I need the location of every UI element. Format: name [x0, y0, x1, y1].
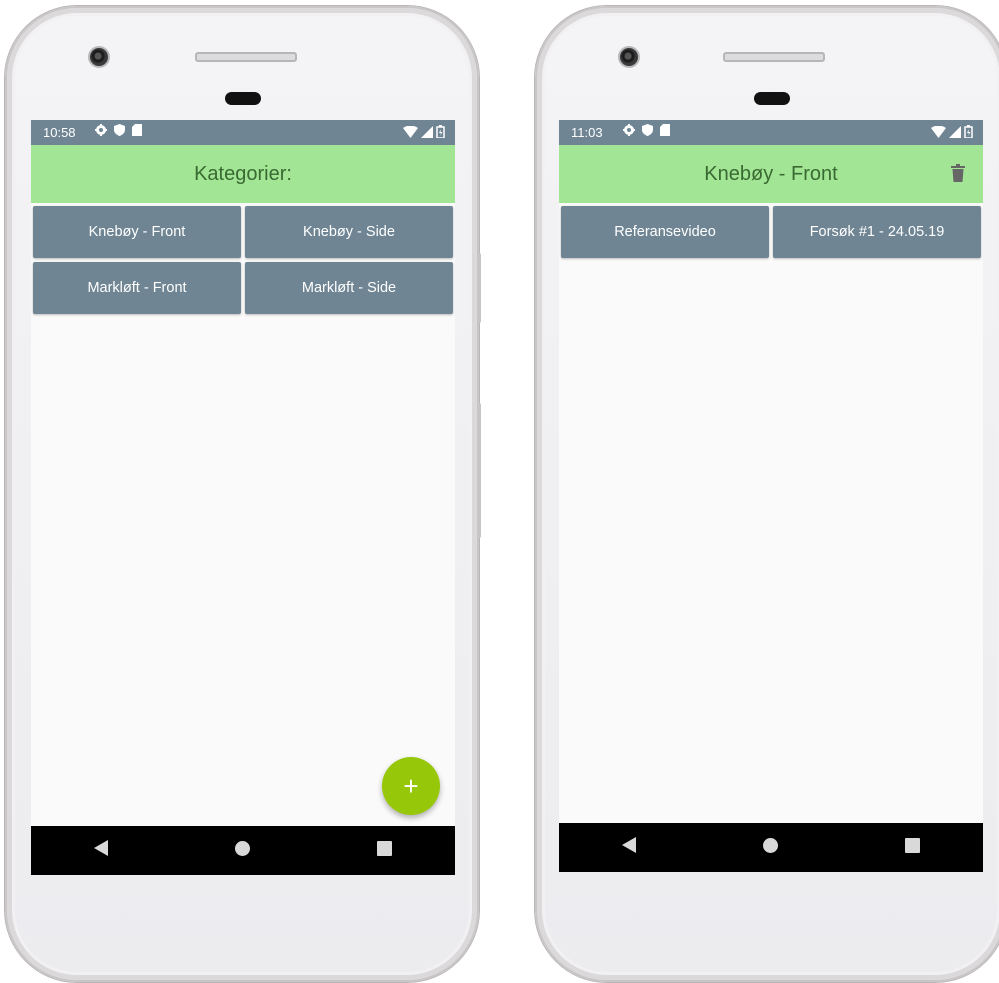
power-button: [477, 253, 481, 323]
video-tile[interactable]: Forsøk #1 - 24.05.19: [773, 206, 981, 258]
earpiece-speaker: [723, 52, 825, 62]
system-nav-bar: [31, 826, 455, 875]
settings-icon: [623, 124, 635, 139]
settings-icon: [95, 124, 107, 139]
screen-right: 11:03 Knebøy - Front Referansevideo Fors…: [559, 120, 983, 872]
back-icon[interactable]: [94, 840, 109, 861]
shield-icon: [642, 124, 653, 139]
back-icon[interactable]: [622, 837, 637, 858]
recents-icon[interactable]: [904, 837, 920, 858]
home-icon[interactable]: [762, 837, 778, 858]
trash-icon[interactable]: [951, 164, 965, 188]
status-system-icons: [403, 125, 445, 141]
plus-icon: +: [403, 770, 419, 801]
category-tile[interactable]: Knebøy - Side: [245, 206, 453, 258]
status-notification-icons: [623, 124, 670, 139]
signal-icon: [949, 125, 961, 141]
screen-left: 10:58 Kategorier: Knebøy - Front Knebøy …: [31, 120, 455, 875]
sensor-pill: [754, 92, 790, 105]
earpiece-speaker: [195, 52, 297, 62]
add-category-button[interactable]: +: [382, 757, 440, 815]
category-tile[interactable]: Markløft - Front: [33, 262, 241, 314]
front-camera: [618, 46, 640, 68]
battery-icon: [964, 125, 973, 141]
video-grid: Referansevideo Forsøk #1 - 24.05.19: [559, 203, 983, 261]
shield-icon: [114, 124, 125, 139]
front-camera: [88, 46, 110, 68]
volume-button: [477, 403, 481, 538]
recents-icon[interactable]: [376, 840, 392, 861]
home-icon[interactable]: [234, 840, 250, 861]
sensor-pill: [225, 92, 261, 105]
battery-icon: [436, 125, 445, 141]
app-bar: Knebøy - Front: [559, 145, 983, 203]
status-bar: 10:58: [31, 120, 455, 145]
category-grid: Knebøy - Front Knebøy - Side Markløft - …: [31, 203, 455, 317]
wifi-icon: [931, 125, 946, 141]
signal-icon: [421, 125, 433, 141]
app-bar: Kategorier:: [31, 145, 455, 203]
system-nav-bar: [559, 823, 983, 872]
video-tile[interactable]: Referansevideo: [561, 206, 769, 258]
category-tile[interactable]: Markløft - Side: [245, 262, 453, 314]
page-title: Kategorier:: [194, 162, 292, 185]
phone-frame-left: 10:58 Kategorier: Knebøy - Front Knebøy …: [5, 6, 481, 982]
sd-card-icon: [660, 124, 670, 139]
status-time: 10:58: [43, 125, 76, 140]
status-notification-icons: [95, 124, 142, 139]
status-system-icons: [931, 125, 973, 141]
status-time: 11:03: [571, 125, 603, 140]
phone-frame-right: 11:03 Knebøy - Front Referansevideo Fors…: [535, 6, 999, 982]
category-tile[interactable]: Knebøy - Front: [33, 206, 241, 258]
status-bar: 11:03: [559, 120, 983, 145]
wifi-icon: [403, 125, 418, 141]
sd-card-icon: [132, 124, 142, 139]
page-title: Knebøy - Front: [704, 162, 838, 185]
